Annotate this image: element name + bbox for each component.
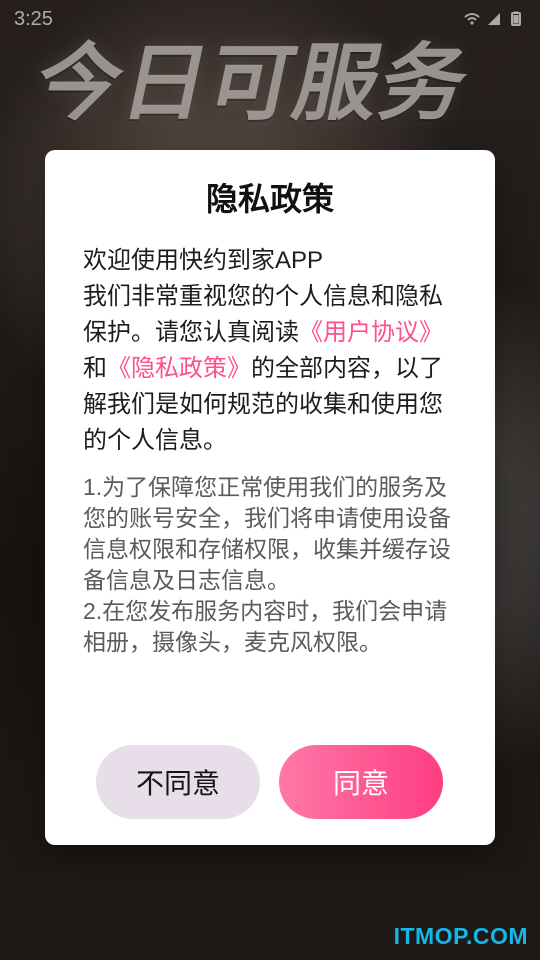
agree-button[interactable]: 同意: [279, 745, 443, 819]
intro-line-1: 欢迎使用快约到家APP: [83, 247, 324, 274]
privacy-policy-dialog: 隐私政策 欢迎使用快约到家APP 我们非常重视您的个人信息和隐私保护。请您认真阅…: [45, 150, 495, 845]
intro-paragraph: 我们非常重视您的个人信息和隐私保护。请您认真阅读《用户协议》和《隐私政策》的全部…: [83, 279, 457, 459]
dialog-title: 隐私政策: [205, 181, 334, 217]
notice-item-1: 1.为了保障您正常使用我们的服务及您的账号安全，我们将申请使用设备信息权限和存储…: [83, 474, 451, 593]
privacy-policy-link[interactable]: 《隐私政策》: [107, 355, 251, 382]
user-agreement-link[interactable]: 《用户协议》: [299, 319, 443, 346]
permission-notice: 1.为了保障您正常使用我们的服务及您的账号安全，我们将申请使用设备信息权限和存储…: [83, 472, 457, 658]
disagree-button[interactable]: 不同意: [96, 745, 260, 819]
dialog-intro: 欢迎使用快约到家APP 我们非常重视您的个人信息和隐私保护。请您认真阅读《用户协…: [83, 243, 457, 459]
intro-and: 和: [83, 355, 107, 382]
watermark: ITMOP.COM: [393, 923, 528, 949]
notice-item-2: 2.在您发布服务内容时，我们会申请相册，摄像头，麦克风权限。: [83, 598, 448, 655]
